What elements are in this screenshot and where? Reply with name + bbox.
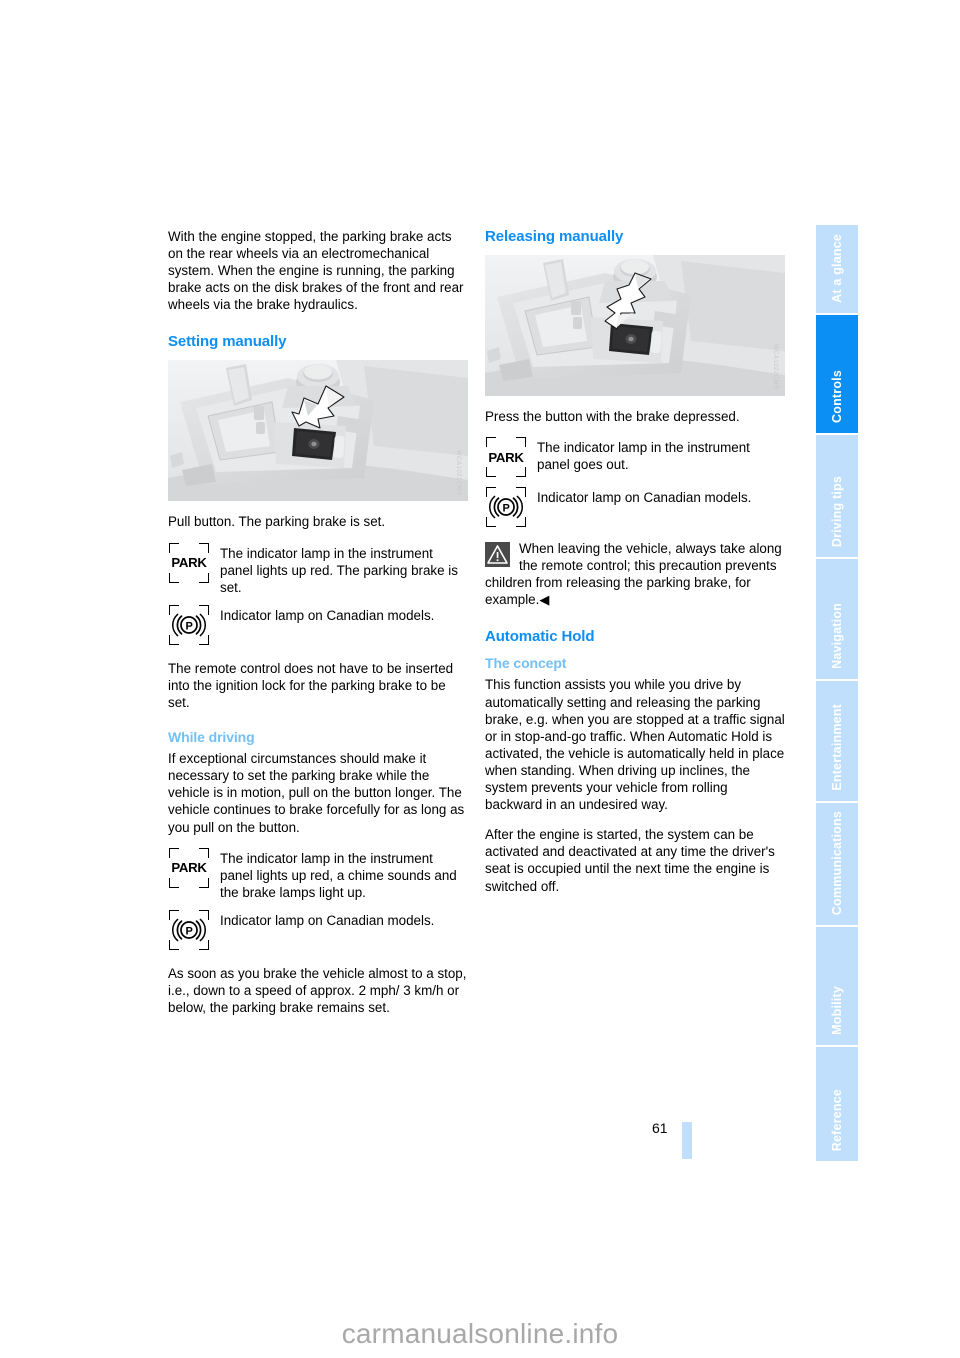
sidebar-item-label: At a glance — [829, 234, 844, 303]
sidebar-item-label: Driving tips — [829, 475, 844, 547]
sidebar-item-controls[interactable]: Controls — [816, 315, 858, 433]
indicator-description: Indicator lamp on Canadian models. — [220, 912, 435, 928]
sidebar-item-entertainment[interactable]: Entertainment — [816, 681, 858, 801]
brake-p-icon: P — [168, 604, 210, 646]
warning-note: When leaving the vehicle, always take al… — [485, 540, 785, 608]
subheading-the-concept: The concept — [485, 655, 567, 672]
sidebar-item-label: Entertainment — [829, 704, 844, 791]
photo-watermark: WCA1021CMS — [455, 449, 461, 496]
svg-text:P: P — [185, 925, 192, 937]
intro-paragraph: With the engine stopped, the parking bra… — [168, 229, 464, 313]
heading-setting-manually: Setting manually — [168, 333, 287, 351]
manual-page: At a glance Controls Driving tips Naviga… — [0, 0, 960, 1358]
page-number-bar — [682, 1122, 692, 1159]
photo-parking-brake-pull: WCA1021CMS — [168, 360, 468, 502]
remote-control-paragraph: The remote control does not have to be i… — [168, 660, 454, 711]
indicator-description: The indicator lamp in the instrument pan… — [220, 545, 458, 595]
svg-text:P: P — [185, 620, 192, 632]
park-indicator-icon: PARK — [168, 847, 210, 889]
sidebar-item-label: Communications — [829, 810, 844, 915]
sidebar-item-communications[interactable]: Communications — [816, 803, 858, 925]
sidebar-item-reference[interactable]: Reference — [816, 1047, 858, 1161]
indicator-row-canada-2: P Indicator lamp on Canadian models. — [168, 909, 468, 951]
park-indicator-label: PARK — [171, 860, 207, 876]
park-indicator-icon: PARK — [168, 542, 210, 584]
brake-p-icon: P — [168, 909, 210, 951]
site-watermark: carmanualsonline.info — [341, 1318, 619, 1349]
sidebar-item-label: Navigation — [829, 603, 844, 669]
indicator-description: The indicator lamp in the instrument pan… — [220, 850, 457, 900]
brake-p-icon: P — [485, 486, 527, 528]
indicator-description: Indicator lamp on Canadian models. — [537, 490, 752, 506]
subheading-while-driving: While driving — [168, 729, 255, 746]
page-number: 61 — [652, 1120, 668, 1136]
park-indicator-label: PARK — [171, 555, 207, 571]
sidebar-item-navigation[interactable]: Navigation — [816, 559, 858, 679]
sidebar-item-at-a-glance[interactable]: At a glance — [816, 225, 858, 313]
svg-text:P: P — [502, 502, 509, 514]
while-driving-paragraph: If exceptional circumstances should make… — [168, 751, 465, 835]
pull-button-text: Pull button. The parking brake is set. — [168, 514, 386, 530]
heading-automatic-hold: Automatic Hold — [485, 628, 595, 646]
left-text-column: With the engine stopped, the parking bra… — [168, 228, 468, 1029]
indicator-description: The indicator lamp in the instrument pan… — [537, 440, 750, 473]
indicator-row-park-3: PARK The indicator lamp in the instrumen… — [485, 436, 785, 478]
sidebar-item-label: Controls — [829, 370, 844, 423]
sidebar-item-label: Mobility — [829, 986, 844, 1035]
photo-parking-brake-press: WCA1022CMS — [485, 255, 785, 396]
indicator-row-park-2: PARK The indicator lamp in the instrumen… — [168, 847, 468, 901]
warning-end-marker: ◀ — [539, 592, 550, 608]
heading-releasing-manually: Releasing manually — [485, 228, 624, 245]
indicator-row-park-1: PARK The indicator lamp in the instrumen… — [168, 542, 468, 596]
concept-paragraph-1: This function assists you while you driv… — [485, 677, 785, 813]
sidebar-item-label: Reference — [829, 1088, 844, 1151]
park-indicator-icon: PARK — [485, 436, 527, 478]
indicator-description: Indicator lamp on Canadian models. — [220, 607, 435, 623]
closing-paragraph: As soon as you brake the vehicle almost … — [168, 965, 467, 1016]
warning-text: When leaving the vehicle, always take al… — [485, 541, 782, 608]
sidebar-item-driving-tips[interactable]: Driving tips — [816, 435, 858, 557]
press-button-text: Press the button with the brake depresse… — [485, 409, 740, 424]
indicator-row-canada-1: P Indicator lamp on Canadian models. — [168, 604, 468, 646]
photo-watermark: WCA1022CMS — [772, 344, 778, 390]
sidebar-item-mobility[interactable]: Mobility — [816, 927, 858, 1045]
right-text-column: Releasing manually WCA1022CMS Press the … — [485, 228, 785, 908]
concept-paragraph-2: After the engine is started, the system … — [485, 827, 775, 894]
park-indicator-label: PARK — [488, 449, 524, 465]
section-tab-rail: At a glance Controls Driving tips Naviga… — [816, 225, 858, 1161]
warning-triangle-icon — [485, 542, 510, 568]
indicator-row-canada-3: P Indicator lamp on Canadian models. — [485, 486, 785, 528]
